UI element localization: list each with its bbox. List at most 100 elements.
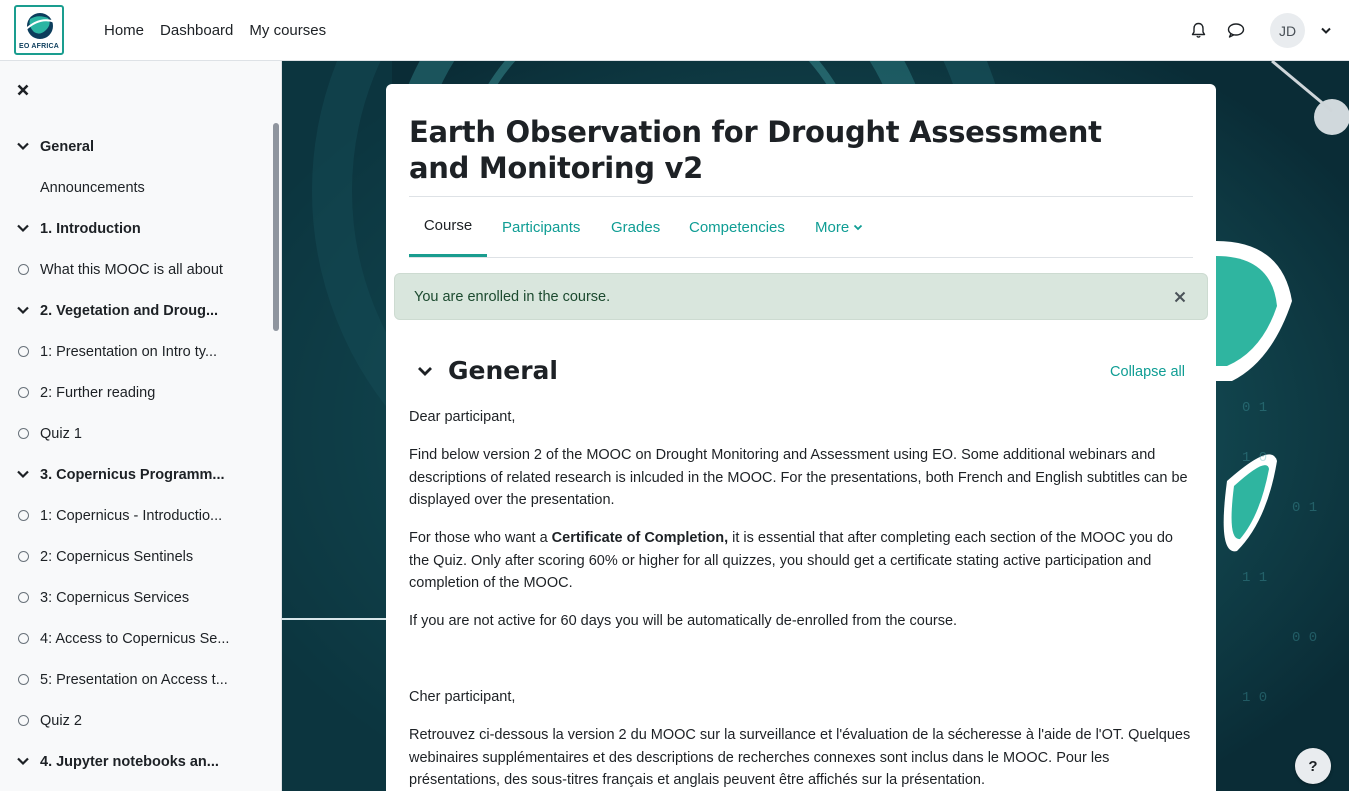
course-index-activity[interactable]: What this MOOC is all about bbox=[0, 249, 270, 290]
summary-paragraph: Find below version 2 of the MOOC on Drou… bbox=[409, 447, 1188, 508]
completion-circle-icon bbox=[18, 264, 29, 275]
summary-paragraph: Cher participant, bbox=[409, 689, 516, 705]
course-index-section[interactable]: General bbox=[0, 126, 270, 167]
certificate-emphasis: Certificate of Completion, bbox=[551, 530, 729, 546]
course-index-label: 1. Introduction bbox=[40, 220, 141, 237]
course-index-label: 1: Copernicus - Introductio... bbox=[40, 507, 223, 524]
logo-text: EO AFRICA bbox=[18, 43, 60, 50]
section-chevron-down-icon[interactable] bbox=[16, 221, 30, 235]
collapse-all-link[interactable]: Collapse all bbox=[1110, 364, 1185, 380]
more-chevron-down-icon bbox=[854, 224, 863, 230]
course-index-activity[interactable]: 1: Copernicus - Introductio... bbox=[0, 495, 270, 536]
section-header-general[interactable]: General bbox=[416, 356, 558, 385]
notifications-bell-icon[interactable] bbox=[1186, 19, 1210, 43]
course-index-label: 2: Further reading bbox=[40, 384, 156, 401]
course-index-activity[interactable]: 2: Further reading bbox=[0, 372, 270, 413]
course-index-label: 4. Jupyter notebooks an... bbox=[40, 753, 219, 770]
course-index-label: What this MOOC is all about bbox=[40, 261, 223, 278]
section-chevron-down-icon[interactable] bbox=[16, 754, 30, 768]
tab-course[interactable]: Course bbox=[409, 197, 487, 257]
completion-circle-icon bbox=[18, 428, 29, 439]
course-index-activity[interactable]: 5: Presentation on Access t... bbox=[0, 659, 270, 700]
completion-circle-icon bbox=[18, 346, 29, 357]
top-navbar: EO AFRICA Home Dashboard My courses JD bbox=[0, 0, 1349, 61]
section-collapse-chevron-icon[interactable] bbox=[416, 362, 434, 380]
tab-course-label: Course bbox=[423, 217, 473, 234]
close-drawer-icon[interactable] bbox=[14, 81, 32, 99]
completion-circle-icon bbox=[18, 592, 29, 603]
course-index-activity[interactable]: 2: Copernicus Sentinels bbox=[0, 536, 270, 577]
section-chevron-down-icon[interactable] bbox=[16, 303, 30, 317]
completion-circle-icon bbox=[18, 551, 29, 562]
course-index-label: 5: Presentation on Access t... bbox=[40, 671, 228, 688]
nav-home-link[interactable]: Home bbox=[104, 22, 144, 39]
summary-paragraph: Dear participant, bbox=[409, 409, 516, 425]
course-index-section[interactable]: 3. Copernicus Programm... bbox=[0, 454, 270, 495]
course-index-label: 2: Copernicus Sentinels bbox=[40, 548, 194, 565]
tab-competencies-label: Competencies bbox=[689, 218, 785, 236]
completion-circle-icon bbox=[18, 715, 29, 726]
globe-logo-icon bbox=[24, 13, 56, 39]
course-index-activity[interactable]: 1: Presentation on Intro ty... bbox=[0, 331, 270, 372]
alert-close-icon[interactable] bbox=[1173, 290, 1187, 304]
svg-text:1 1: 1 1 bbox=[1242, 570, 1267, 586]
section-chevron-down-icon[interactable] bbox=[16, 467, 30, 481]
course-index-section[interactable]: 1. Introduction bbox=[0, 208, 270, 249]
primary-navigation: Home Dashboard My courses bbox=[104, 0, 326, 61]
tab-participants-label: Participants bbox=[502, 218, 581, 236]
summary-text: For those who want a bbox=[409, 530, 552, 546]
course-index-activity[interactable]: 4: Access to Copernicus Se... bbox=[0, 618, 270, 659]
messages-chat-icon[interactable] bbox=[1224, 19, 1248, 43]
user-avatar[interactable]: JD bbox=[1270, 13, 1305, 48]
course-content-card: Earth Observation for Drought Assessment… bbox=[386, 84, 1216, 791]
summary-paragraph: If you are not active for 60 days you wi… bbox=[409, 613, 958, 629]
tab-more[interactable]: More bbox=[815, 197, 863, 257]
tab-more-label: More bbox=[815, 218, 850, 236]
course-index-activity[interactable]: Quiz 2 bbox=[0, 700, 270, 741]
tab-grades-label: Grades bbox=[611, 218, 661, 236]
section-chevron-down-icon[interactable] bbox=[16, 139, 30, 153]
svg-text:1 0: 1 0 bbox=[1242, 450, 1267, 466]
course-index-activity[interactable]: Quiz 1 bbox=[0, 413, 270, 454]
section-summary: Dear participant, Find below version 2 o… bbox=[409, 406, 1194, 791]
svg-text:0 0: 0 0 bbox=[1292, 630, 1317, 646]
summary-paragraph: Retrouvez ci-dessous la version 2 du MOO… bbox=[409, 727, 1191, 788]
tab-competencies[interactable]: Competencies bbox=[689, 197, 785, 257]
course-index-label: 3: Copernicus Services bbox=[40, 589, 190, 606]
course-index-label: 1: Presentation on Intro ty... bbox=[40, 343, 218, 360]
course-index-label: General bbox=[40, 138, 94, 155]
course-index-activity[interactable]: 3: Copernicus Services bbox=[0, 577, 270, 618]
page-title: Earth Observation for Drought Assessment… bbox=[409, 115, 1102, 185]
enrolment-alert: You are enrolled in the course. bbox=[394, 273, 1208, 320]
user-navigation: JD bbox=[1186, 0, 1333, 61]
section-title: General bbox=[448, 356, 558, 385]
drawer-scrollbar[interactable] bbox=[273, 123, 279, 331]
svg-text:0 1: 0 1 bbox=[1242, 400, 1267, 416]
user-menu-chevron-down-icon[interactable] bbox=[1319, 27, 1333, 34]
course-index-label: Announcements bbox=[40, 179, 145, 196]
completion-circle-icon bbox=[18, 633, 29, 644]
svg-text:1 0: 1 0 bbox=[1242, 690, 1267, 706]
course-secondary-navigation: Course Participants Grades Competencies … bbox=[409, 197, 1193, 258]
nav-my-courses-link[interactable]: My courses bbox=[249, 22, 326, 39]
course-index-label: Quiz 1 bbox=[40, 425, 82, 442]
completion-circle-icon bbox=[18, 510, 29, 521]
alert-message: You are enrolled in the course. bbox=[414, 288, 611, 305]
course-index-list: General Announcements 1. Introduction What … bbox=[0, 126, 270, 782]
course-index-label: 4: Access to Copernicus Se... bbox=[40, 630, 230, 647]
course-index-drawer: General Announcements 1. Introduction What … bbox=[0, 61, 282, 791]
course-index-activity[interactable]: Announcements bbox=[0, 167, 270, 208]
tab-grades[interactable]: Grades bbox=[611, 197, 660, 257]
tab-participants[interactable]: Participants bbox=[502, 197, 580, 257]
help-button[interactable]: ? bbox=[1295, 748, 1331, 784]
course-index-label: 3. Copernicus Programm... bbox=[40, 466, 225, 483]
nav-dashboard-link[interactable]: Dashboard bbox=[160, 22, 233, 39]
course-index-section[interactable]: 2. Vegetation and Droug... bbox=[0, 290, 270, 331]
course-index-section[interactable]: 4. Jupyter notebooks an... bbox=[0, 741, 270, 782]
site-logo[interactable]: EO AFRICA bbox=[14, 5, 64, 55]
svg-text:0 1: 0 1 bbox=[1292, 500, 1317, 516]
course-index-label: Quiz 2 bbox=[40, 712, 82, 729]
course-index-label: 2. Vegetation and Droug... bbox=[40, 302, 219, 319]
completion-circle-icon bbox=[18, 674, 29, 685]
